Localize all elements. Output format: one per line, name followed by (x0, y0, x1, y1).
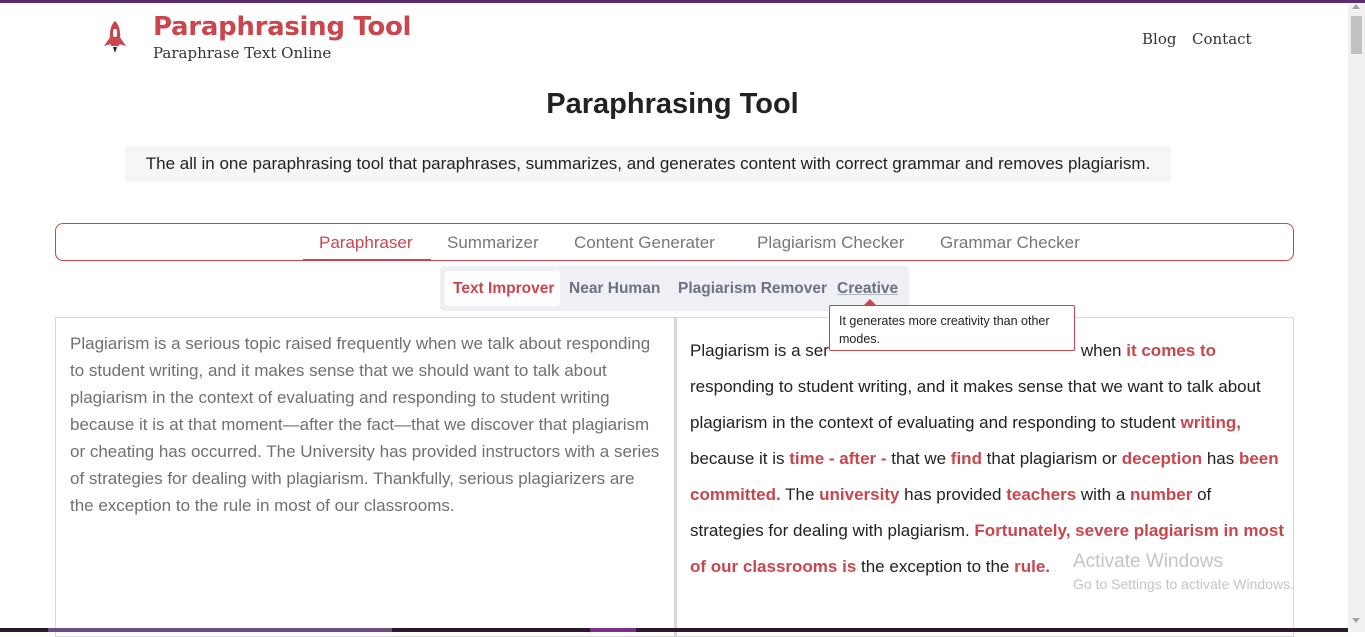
output-segment-changed[interactable]: time - after - (789, 449, 886, 468)
tab-paraphraser[interactable]: Paraphraser (319, 233, 413, 253)
output-segment-changed[interactable]: deception (1122, 449, 1202, 468)
top-accent-line (0, 0, 1365, 3)
page-title: Paraphrasing Tool (546, 88, 799, 120)
rocket-icon[interactable] (102, 20, 128, 56)
output-segment: that we (886, 449, 951, 468)
tab-plagiarism-checker[interactable]: Plagiarism Checker (757, 233, 904, 253)
page-subtitle: The all in one paraphrasing tool that pa… (145, 154, 1151, 173)
windows-activation-watermark-title: Activate Windows (1073, 551, 1223, 572)
output-segment: because it is (690, 449, 790, 468)
nav-link-contact[interactable]: Contact (1192, 30, 1252, 48)
brand-title[interactable]: Paraphrasing Tool (153, 12, 411, 42)
input-text[interactable]: Plagiarism is a serious topic raised fre… (70, 330, 660, 519)
output-segment: has (1202, 449, 1239, 468)
creative-mode-tooltip: It generates more creativity than other … (829, 305, 1075, 351)
output-segment-changed[interactable]: it comes to (1126, 341, 1216, 360)
tab-content-generater[interactable]: Content Generater (574, 233, 715, 253)
output-segment: responding to student writing, and it ma… (690, 377, 1261, 432)
scroll-down-arrow-icon[interactable] (1352, 618, 1360, 623)
mode-creative[interactable]: Creative (837, 280, 898, 298)
taskbar-segment (590, 628, 636, 632)
output-segment: has provided (899, 485, 1007, 504)
mode-near-human[interactable]: Near Human (569, 280, 660, 298)
nav-link-blog[interactable]: Blog (1142, 30, 1176, 48)
tab-summarizer[interactable]: Summarizer (447, 233, 539, 253)
output-segment-changed[interactable]: find (951, 449, 982, 468)
output-segment: the exception to the (856, 557, 1015, 576)
output-segment: with a (1076, 485, 1131, 504)
output-segment-changed[interactable]: writing, (1181, 413, 1241, 432)
output-segment: Plagiarism is a ser (690, 341, 829, 360)
taskbar-segment (48, 628, 392, 632)
output-segment: when (1080, 341, 1127, 360)
output-segment-changed[interactable]: teachers (1006, 485, 1076, 504)
scrollbar-thumb[interactable] (1351, 16, 1362, 54)
mode-plagiarism-remover[interactable]: Plagiarism Remover (678, 280, 827, 298)
output-segment-changed[interactable]: university (819, 485, 899, 504)
active-tab-underline (303, 259, 431, 261)
windows-activation-watermark-subtitle: Go to Settings to activate Windows. (1073, 576, 1294, 592)
output-segment-changed[interactable]: rule. (1014, 557, 1050, 576)
output-segment-changed[interactable]: number (1130, 485, 1192, 504)
output-segment: that plagiarism or (981, 449, 1122, 468)
tab-grammar-checker[interactable]: Grammar Checker (940, 233, 1080, 253)
mode-text-improver[interactable]: Text Improver (453, 280, 554, 298)
output-text: Plagiarism is a ser when it comes to resp… (690, 333, 1285, 585)
output-segment: The (780, 485, 820, 504)
vertical-scrollbar[interactable] (1348, 3, 1365, 632)
brand-subtitle: Paraphrase Text Online (153, 44, 332, 62)
scroll-up-arrow-icon[interactable] (1352, 4, 1360, 9)
